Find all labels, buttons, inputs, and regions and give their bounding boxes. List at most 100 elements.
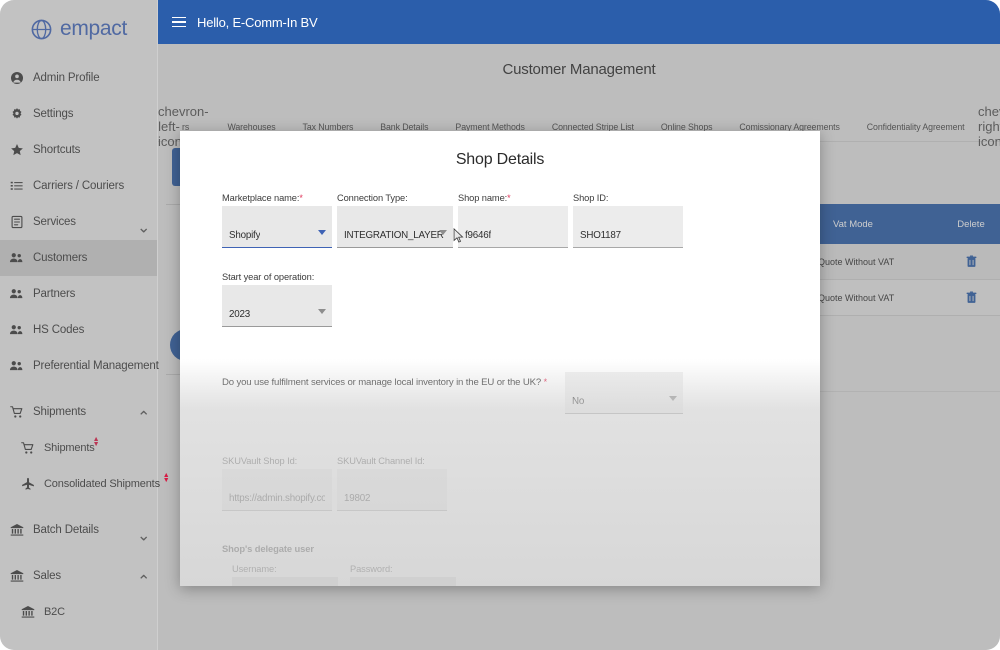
skuvault-shop-id-input[interactable]: https://admin.shopify.com/st xyxy=(222,469,332,511)
sidebar-item-hs-codes[interactable]: HS Codes xyxy=(0,312,157,348)
tab-confidentiality-agreement[interactable]: Confidentiality Agreement xyxy=(853,122,978,132)
connection-type-value: INTEGRATION_LAYER xyxy=(344,230,444,241)
sidebar-item-b2c[interactable]: B2C xyxy=(0,594,157,630)
star-icon xyxy=(9,143,24,158)
table-header-row: Vat Mode Delete xyxy=(815,204,1000,244)
brand-logo[interactable]: empact xyxy=(0,0,157,52)
password-input[interactable] xyxy=(350,577,456,586)
table-row[interactable]: Quote Without VAT xyxy=(815,244,1000,280)
people-icon xyxy=(9,287,24,302)
sidebar-item-preferential-management[interactable]: Preferential Management xyxy=(0,348,159,384)
start-year-select[interactable]: 2023 xyxy=(222,285,332,327)
label-start-year: Start year of operation: xyxy=(222,272,315,282)
chevron-toggle-icon[interactable]: ⌃ xyxy=(137,572,150,591)
label-shop-id: Shop ID: xyxy=(573,193,609,203)
skuvault-shop-id-value: https://admin.shopify.com/st xyxy=(229,493,325,504)
table-empty-space xyxy=(815,316,1000,391)
sidebar-item-partners[interactable]: Partners xyxy=(0,276,157,312)
form-row-skuvault: SKUVault Shop Id: https://admin.shopify.… xyxy=(222,456,778,511)
tab-payment-methods[interactable]: Payment Methods xyxy=(442,122,538,132)
required-marker: * xyxy=(507,193,511,203)
sidebar-item-customers[interactable]: Customers xyxy=(0,240,157,276)
shop-details-form: Marketplace name:* Shopify Connection Ty… xyxy=(180,193,820,586)
sidebar-item-label: Shipments xyxy=(44,442,95,454)
required-marker: * xyxy=(543,377,548,387)
gear-icon xyxy=(9,107,24,122)
sidebar-item-label: B2C xyxy=(44,606,65,618)
shop-id-input[interactable]: SHO1187 xyxy=(573,206,683,248)
people-icon xyxy=(9,251,24,266)
tab-prev-arrow[interactable]: chevron-left-icon xyxy=(158,104,209,149)
brand-name: empact xyxy=(59,17,128,40)
table-row[interactable]: Quote Without VAT xyxy=(815,280,1000,316)
chevron-down-icon xyxy=(318,309,326,314)
tab-online-shops[interactable]: Online Shops xyxy=(647,122,726,132)
label-username: Username: xyxy=(232,564,277,574)
form-row-delegate: Username: Password: xyxy=(222,564,778,586)
fulfilment-answer-select[interactable]: No xyxy=(564,372,683,414)
label-marketplace-name: Marketplace name:* xyxy=(222,193,303,203)
sidebar-item-services[interactable]: Services ⌄ xyxy=(0,204,157,240)
sidebar-item-shipments[interactable]: Shipments ⌃ xyxy=(0,394,157,430)
top-bar: Hello, E-Comm-In BV xyxy=(158,0,1000,44)
field-password: Password: xyxy=(350,564,456,586)
start-year-value: 2023 xyxy=(229,309,250,320)
username-input[interactable] xyxy=(232,577,338,586)
greeting-text: Hello, E-Comm-In BV xyxy=(197,14,318,30)
sidebar-nav: Admin Profile Settings Shortcuts Carriers /… xyxy=(0,60,170,630)
tab-connected-stripe-list[interactable]: Connected Stripe List xyxy=(538,122,647,132)
tab-bank-details[interactable]: Bank Details xyxy=(367,122,442,132)
connection-type-select[interactable]: INTEGRATION_LAYER xyxy=(337,206,453,248)
plane-icon xyxy=(20,477,35,492)
sidebar-item-consolidated-shipments[interactable]: Consolidated Shipments ▲ ▼ xyxy=(0,466,170,502)
delete-row-button[interactable] xyxy=(942,255,1000,268)
cart-icon xyxy=(20,441,35,456)
sidebar-item-settings[interactable]: Settings xyxy=(0,96,157,132)
sidebar-item-label: Consolidated Shipments xyxy=(44,478,160,490)
chevron-down-icon xyxy=(668,396,677,401)
sidebar-item-batch-details[interactable]: Batch Details ⌄ xyxy=(0,512,157,548)
sidebar-item-carriers-couriers[interactable]: Carriers / Couriers xyxy=(0,168,157,204)
application-window: empact Admin Profile Settings Shortcuts Car… xyxy=(0,0,1000,650)
sidebar-item-shortcuts[interactable]: Shortcuts xyxy=(0,132,157,168)
hamburger-icon[interactable] xyxy=(172,16,186,28)
skuvault-channel-id-input[interactable]: 19802 xyxy=(337,469,447,511)
field-start-year: Start year of operation: 2023 xyxy=(222,272,332,327)
tab-next-arrow[interactable]: chevron-right-icon xyxy=(978,104,1000,149)
field-marketplace-name: Marketplace name:* Shopify xyxy=(222,193,332,248)
chevron-toggle-icon[interactable]: ⌄ xyxy=(137,526,150,545)
page-title: Customer Management xyxy=(502,61,656,78)
sidebar-item-label: Settings xyxy=(33,108,74,120)
shop-name-input[interactable]: f9646f xyxy=(458,206,568,248)
delete-row-button[interactable] xyxy=(942,291,1000,304)
sidebar-item-admin-profile[interactable]: Admin Profile xyxy=(0,60,157,96)
tab-tax-numbers[interactable]: Tax Numbers xyxy=(289,122,367,132)
sidebar-item-label: Customers xyxy=(33,252,88,264)
column-header-delete: Delete xyxy=(957,218,985,230)
sidebar-item-label: Shipments xyxy=(33,406,86,418)
sidebar-item-shipments[interactable]: Shipments ▲ ▼ xyxy=(0,430,157,466)
bank-icon xyxy=(9,523,24,538)
tab-comissionary-agreements[interactable]: Comissionary Agreements xyxy=(726,122,853,132)
shop-id-value: SHO1187 xyxy=(580,230,621,241)
form-row-1: Marketplace name:* Shopify Connection Ty… xyxy=(222,193,778,248)
label-skuvault-channel-id: SKUVault Channel Id: xyxy=(337,456,425,466)
chevron-toggle-icon[interactable]: ⌄ xyxy=(137,218,150,237)
marketplace-name-select[interactable]: Shopify xyxy=(222,206,332,248)
tab-warehouses[interactable]: Warehouses xyxy=(214,122,289,132)
label-password: Password: xyxy=(350,564,393,574)
people-icon xyxy=(9,359,24,374)
divider xyxy=(815,391,1000,392)
field-skuvault-channel-id: SKUVault Channel Id: 19802 xyxy=(337,456,447,511)
sidebar-item-sales[interactable]: Sales ⌃ xyxy=(0,558,157,594)
chevron-down-icon xyxy=(439,230,447,235)
tab-rs[interactable]: rs xyxy=(180,122,214,132)
form-row-fulfilment: Do you use fulfilment services or manage… xyxy=(222,372,778,414)
clipboard-icon xyxy=(9,215,24,230)
sidebar: empact Admin Profile Settings Shortcuts Car… xyxy=(0,0,170,650)
chevron-toggle-icon[interactable]: ⌃ xyxy=(137,408,150,427)
trash-icon xyxy=(966,255,977,268)
shop-name-value: f9646f xyxy=(465,230,492,241)
label-skuvault-shop-id: SKUVault Shop Id: xyxy=(222,456,298,466)
